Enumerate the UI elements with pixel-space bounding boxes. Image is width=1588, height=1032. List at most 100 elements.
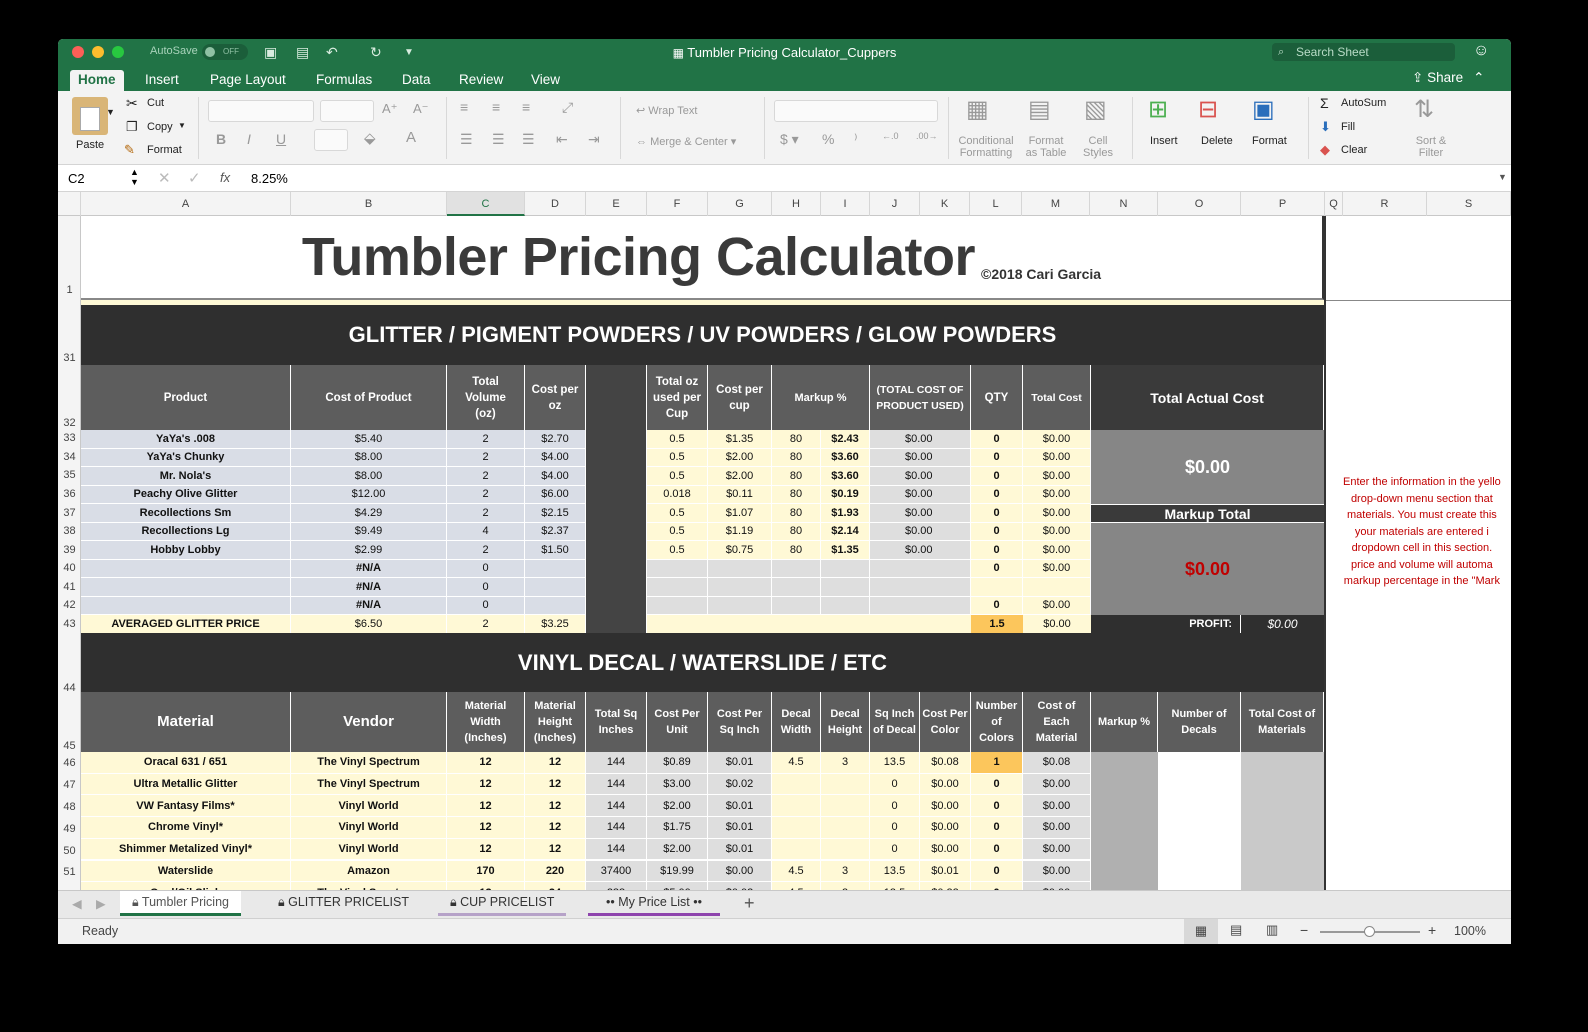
row-header[interactable]: 43: [58, 618, 81, 630]
cell-styles-button[interactable]: Cell Styles: [1080, 135, 1116, 159]
font-color-icon[interactable]: A: [406, 129, 416, 146]
prev-sheet-icon[interactable]: ◀: [72, 896, 82, 911]
column-header[interactable]: N: [1090, 192, 1158, 216]
cut-button[interactable]: Cut: [147, 97, 164, 109]
insert-cells-button[interactable]: Insert: [1150, 135, 1178, 147]
sort-filter-icon[interactable]: ⇅: [1414, 95, 1434, 124]
page-layout-view-icon[interactable]: ▤: [1230, 922, 1242, 938]
name-box[interactable]: C2: [68, 171, 85, 186]
copy-button[interactable]: Copy: [147, 121, 173, 133]
sheet-tab-my-price-list[interactable]: •• My Price List ••: [588, 891, 720, 916]
cell-styles-icon[interactable]: ▧: [1084, 95, 1107, 124]
row-header[interactable]: 40: [58, 562, 81, 574]
row-header[interactable]: 37: [58, 507, 81, 519]
paste-button[interactable]: Paste: [76, 139, 104, 151]
worksheet[interactable]: A B C D E F G H I J K L M N O P Q R S 1 …: [58, 192, 1511, 890]
zoom-slider[interactable]: [1320, 926, 1420, 937]
autosum-button[interactable]: AutoSum: [1341, 97, 1386, 109]
increase-decimal-icon[interactable]: ←.0: [882, 131, 899, 141]
row-header[interactable]: 32: [58, 417, 81, 429]
sheet-tab-cup-pricelist[interactable]: 🔒︎ CUP PRICELIST: [438, 891, 567, 916]
currency-icon[interactable]: $ ▾: [780, 131, 799, 148]
enter-icon[interactable]: ✓: [188, 169, 201, 187]
paste-dropdown-icon[interactable]: ▼: [106, 107, 115, 117]
row-header[interactable]: 47: [58, 779, 81, 791]
row-header[interactable]: 34: [58, 451, 81, 463]
row-header[interactable]: 41: [58, 581, 81, 593]
next-sheet-icon[interactable]: ▶: [96, 896, 106, 911]
add-sheet-icon[interactable]: +: [744, 893, 755, 914]
row-header[interactable]: 44: [58, 682, 81, 694]
delete-cells-icon[interactable]: ⊟: [1198, 95, 1218, 124]
page-break-view-icon[interactable]: ▥: [1266, 922, 1278, 938]
column-header[interactable]: P: [1241, 192, 1325, 216]
formula-input[interactable]: 8.25%: [251, 171, 288, 186]
row-header[interactable]: 31: [58, 352, 81, 364]
paste-icon[interactable]: [72, 97, 108, 135]
share-button[interactable]: ⇪ Share ⌃: [1412, 70, 1484, 86]
conditional-formatting-button[interactable]: Conditional Formatting: [956, 135, 1016, 159]
column-header[interactable]: A: [81, 192, 291, 216]
row-header[interactable]: 38: [58, 525, 81, 537]
clear-button[interactable]: Clear: [1341, 144, 1367, 156]
borders-icon[interactable]: [314, 129, 348, 151]
cell-grid[interactable]: Tumbler Pricing Calculator ©2018 Cari Ga…: [81, 216, 1511, 890]
format-as-table-icon[interactable]: ▤: [1028, 95, 1051, 124]
zoom-out-icon[interactable]: −: [1300, 922, 1308, 938]
row-header[interactable]: 48: [58, 801, 81, 813]
column-header[interactable]: I: [821, 192, 870, 216]
decrease-decimal-icon[interactable]: .00→: [916, 131, 938, 141]
format-cells-icon[interactable]: ▣: [1252, 95, 1275, 124]
column-header[interactable]: C: [447, 192, 525, 216]
align-right-icon[interactable]: ☰: [522, 131, 535, 148]
tab-formulas[interactable]: Formulas: [308, 70, 380, 91]
align-bottom-icon[interactable]: ≡: [522, 99, 530, 115]
orientation-icon[interactable]: ⤢: [562, 99, 573, 116]
tab-data[interactable]: Data: [394, 70, 439, 91]
underline-icon[interactable]: U: [276, 131, 286, 147]
column-header[interactable]: S: [1427, 192, 1511, 216]
format-cells-button[interactable]: Format: [1252, 135, 1287, 147]
format-as-table-button[interactable]: Format as Table: [1022, 135, 1070, 159]
increase-indent-icon[interactable]: ⇥: [588, 131, 600, 148]
bold-icon[interactable]: B: [216, 131, 226, 147]
column-header[interactable]: O: [1158, 192, 1241, 216]
zoom-slider-thumb[interactable]: [1364, 926, 1375, 937]
row-header[interactable]: 51: [58, 866, 81, 878]
row-header[interactable]: 45: [58, 740, 81, 752]
name-box-stepper-icon[interactable]: ▲ ▼: [130, 167, 139, 187]
normal-view-icon[interactable]: ▦: [1184, 919, 1218, 944]
delete-cells-button[interactable]: Delete: [1201, 135, 1233, 147]
tab-review[interactable]: Review: [451, 70, 511, 91]
zoom-in-icon[interactable]: +: [1428, 922, 1436, 938]
font-size-select[interactable]: [320, 100, 374, 122]
row-header[interactable]: 1: [58, 284, 81, 296]
row-header[interactable]: 36: [58, 488, 81, 500]
column-header[interactable]: E: [586, 192, 647, 216]
align-top-icon[interactable]: ≡: [460, 99, 468, 115]
italic-icon[interactable]: I: [247, 131, 251, 147]
row-header[interactable]: 46: [58, 757, 81, 769]
font-name-select[interactable]: [208, 100, 314, 122]
copy-dropdown-icon[interactable]: ▼: [178, 121, 186, 130]
expand-formula-bar-icon[interactable]: ▼: [1498, 172, 1507, 182]
zoom-level[interactable]: 100%: [1454, 924, 1486, 938]
search-sheet-input[interactable]: ⌕ Search Sheet: [1272, 43, 1455, 61]
tab-view[interactable]: View: [523, 70, 568, 91]
row-header[interactable]: 50: [58, 845, 81, 857]
tab-insert[interactable]: Insert: [137, 70, 187, 91]
decrease-font-icon[interactable]: A⁻: [413, 101, 429, 117]
percent-icon[interactable]: %: [822, 131, 834, 147]
column-header[interactable]: M: [1022, 192, 1090, 216]
number-format-select[interactable]: [774, 100, 938, 122]
tab-home[interactable]: Home: [70, 70, 124, 91]
insert-cells-icon[interactable]: ⊞: [1148, 95, 1168, 124]
decrease-indent-icon[interactable]: ⇤: [556, 131, 568, 148]
sheet-tab-tumbler-pricing[interactable]: 🔒︎ Tumbler Pricing: [120, 891, 241, 916]
wrap-text-button[interactable]: ↩ Wrap Text: [636, 104, 697, 117]
feedback-smiley-icon[interactable]: ☺: [1473, 42, 1489, 60]
row-header[interactable]: 35: [58, 469, 81, 481]
column-header[interactable]: J: [870, 192, 920, 216]
fill-button[interactable]: Fill: [1341, 121, 1355, 133]
column-header[interactable]: D: [525, 192, 586, 216]
